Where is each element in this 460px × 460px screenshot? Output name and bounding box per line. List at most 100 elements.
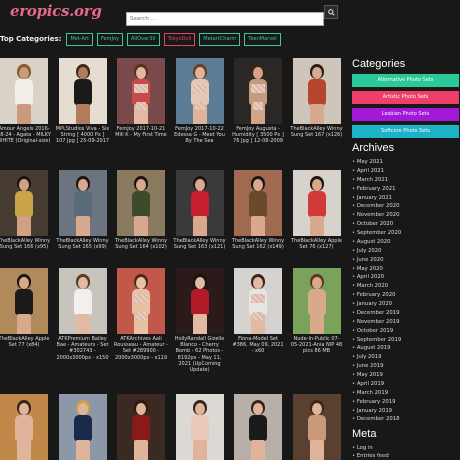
archive-link[interactable]: October 2019 bbox=[352, 327, 460, 336]
archive-link[interactable]: March 2019 bbox=[352, 389, 460, 398]
post-caption[interactable]: TheBlackAlley Apple Set 76 (x127) bbox=[290, 238, 344, 250]
tag-tokyodoll[interactable]: TokyoDoll bbox=[163, 32, 196, 46]
post-caption[interactable]: TheBlackAlley Winny Sung Set 162 (x149) bbox=[231, 238, 285, 250]
tag-allover30[interactable]: AllOver30 bbox=[126, 32, 160, 46]
post-card[interactable]: Nude-In-Public 07-05-2021-Ania NIP 48 pi… bbox=[290, 268, 344, 355]
post-thumbnail[interactable] bbox=[58, 394, 107, 460]
post-thumbnail[interactable] bbox=[58, 268, 107, 334]
archive-link[interactable]: July 2019 bbox=[352, 353, 460, 362]
meta-link[interactable]: Entries feed bbox=[352, 452, 460, 460]
post-thumbnail[interactable] bbox=[234, 394, 282, 460]
post-caption[interactable]: HollyRandall Gizelle Blanco - Cherry Bom… bbox=[173, 336, 227, 373]
meta-link[interactable]: Log in bbox=[352, 444, 460, 452]
post-card[interactable] bbox=[175, 394, 224, 460]
archive-link[interactable]: May 2019 bbox=[352, 371, 460, 380]
post-card[interactable]: FemJoy 2017-10-22 Edessa G - Meet You By… bbox=[173, 58, 227, 145]
archive-link[interactable]: February 2019 bbox=[352, 398, 460, 407]
archive-link[interactable]: January 2020 bbox=[352, 300, 460, 309]
post-thumbnail[interactable] bbox=[117, 394, 165, 460]
category-artistic-button[interactable]: Artistic Photo Sets bbox=[352, 91, 459, 104]
archive-link[interactable]: August 2019 bbox=[352, 344, 460, 353]
search-button[interactable] bbox=[324, 5, 338, 19]
post-card[interactable]: TheBlackAlley Winny Sung Set 165 (x99) bbox=[56, 170, 109, 250]
post-thumbnail[interactable] bbox=[117, 170, 165, 236]
post-card[interactable]: TheBlackAlley Apple Set 76 (x127) bbox=[290, 170, 344, 250]
post-thumbnail[interactable] bbox=[292, 58, 341, 124]
category-alternative-button[interactable]: Alternative Photo Sets bbox=[352, 74, 459, 87]
post-thumbnail[interactable] bbox=[0, 58, 48, 124]
post-caption[interactable]: Nude-In-Public 07-05-2021-Ania NIP 48 pi… bbox=[290, 336, 344, 355]
post-card[interactable]: ATKPremium Bailey Bae - Amateurs - Set #… bbox=[56, 268, 110, 361]
post-card[interactable]: Fiona-Model Set #386, May 09, 2021 - x60 bbox=[231, 268, 285, 355]
post-card[interactable]: TheBlackAlley Winny Sung Set 162 (x149) bbox=[231, 170, 285, 250]
post-thumbnail[interactable] bbox=[117, 268, 165, 334]
post-card[interactable]: ATKArchives Aali Rousseau - Amateur - Se… bbox=[114, 268, 168, 361]
post-caption[interactable]: TheBlackAlley Winny Sung Set 167 (x126) bbox=[290, 126, 344, 138]
archive-link[interactable]: April 2019 bbox=[352, 380, 460, 389]
post-card[interactable]: HollyRandall Gizelle Blanco - Cherry Bom… bbox=[173, 268, 227, 373]
archive-link[interactable]: April 2021 bbox=[352, 167, 460, 176]
post-card[interactable] bbox=[58, 394, 107, 460]
post-card[interactable] bbox=[234, 394, 282, 460]
post-thumbnail[interactable] bbox=[0, 170, 48, 236]
archive-link[interactable]: June 2019 bbox=[352, 362, 460, 371]
post-card[interactable] bbox=[0, 394, 48, 460]
post-thumbnail[interactable] bbox=[234, 268, 282, 334]
tag-met-art[interactable]: Met-Art bbox=[66, 32, 93, 46]
post-thumbnail[interactable] bbox=[117, 58, 165, 124]
archive-link[interactable]: March 2020 bbox=[352, 282, 460, 291]
post-caption[interactable]: FemJoy 2017-10-21 Mili K - My First Time bbox=[114, 126, 168, 138]
post-thumbnail[interactable] bbox=[0, 268, 48, 334]
post-card[interactable] bbox=[292, 394, 341, 460]
archive-link[interactable]: December 2020 bbox=[352, 202, 460, 211]
post-caption[interactable]: TheBlackAlley Winny Sung Set 164 (x102) bbox=[114, 238, 168, 250]
archive-link[interactable]: July 2020 bbox=[352, 247, 460, 256]
archive-link[interactable]: February 2021 bbox=[352, 185, 460, 194]
post-thumbnail[interactable] bbox=[292, 170, 341, 236]
archive-link[interactable]: October 2020 bbox=[352, 220, 460, 229]
archive-link[interactable]: April 2020 bbox=[352, 273, 460, 282]
category-softcore-button[interactable]: Softcore Photo Sets bbox=[352, 125, 459, 138]
archive-link[interactable]: May 2020 bbox=[352, 265, 460, 274]
post-thumbnail[interactable] bbox=[175, 58, 224, 124]
post-card[interactable] bbox=[117, 394, 165, 460]
post-caption[interactable]: Fiona-Model Set #386, May 09, 2021 - x60 bbox=[231, 336, 285, 355]
post-caption[interactable]: TheBlackAlley Apple Set 77 (x84) bbox=[0, 336, 51, 348]
post-thumbnail[interactable] bbox=[175, 394, 224, 460]
post-card[interactable]: FemJoy 2017-10-21 Mili K - My First Time bbox=[114, 58, 168, 138]
post-card[interactable]: MPLStudios Viva - Six String [ 4000 Px ]… bbox=[56, 58, 110, 145]
post-card[interactable]: TheBlackAlley Apple Set 77 (x84) bbox=[0, 268, 51, 348]
post-thumbnail[interactable] bbox=[175, 170, 224, 236]
post-thumbnail[interactable] bbox=[292, 268, 341, 334]
archive-link[interactable]: June 2020 bbox=[352, 256, 460, 265]
post-thumbnail[interactable] bbox=[0, 394, 48, 460]
tag-femjoy[interactable]: FemJoy bbox=[96, 32, 123, 46]
post-card[interactable]: Amour Angels 2016-08-24 - Agata - MILKY … bbox=[0, 58, 51, 145]
archive-link[interactable]: September 2020 bbox=[352, 229, 460, 238]
archive-link[interactable]: November 2020 bbox=[352, 211, 460, 220]
post-card[interactable]: TheBlackAlley Winny Sung Set 163 (x121) bbox=[173, 170, 226, 250]
post-thumbnail[interactable] bbox=[58, 170, 107, 236]
post-caption[interactable]: MPLStudios Viva - Six String [ 4000 Px ]… bbox=[56, 126, 110, 145]
archive-link[interactable]: August 2020 bbox=[352, 238, 460, 247]
archive-link[interactable]: December 2019 bbox=[352, 309, 460, 318]
archive-link[interactable]: January 2021 bbox=[352, 194, 460, 203]
tag-teenmarvel[interactable]: TeenMarvel bbox=[244, 32, 281, 46]
post-caption[interactable]: ATKPremium Bailey Bae - Amateurs - Set #… bbox=[56, 336, 110, 361]
post-caption[interactable]: Amour Angels 2016-08-24 - Agata - MILKY … bbox=[0, 126, 51, 145]
category-lesbian-button[interactable]: Lesbian Photo Sets bbox=[352, 108, 459, 121]
site-logo[interactable]: eropics.org bbox=[10, 2, 102, 20]
post-card[interactable]: FemJoy Augusta - Humidity [ 3500 Px ] 76… bbox=[231, 58, 285, 145]
post-thumbnail[interactable] bbox=[292, 394, 341, 460]
post-thumbnail[interactable] bbox=[234, 170, 282, 236]
post-card[interactable]: TheBlackAlley Winny Sung Set 166 (x95) bbox=[0, 170, 51, 250]
post-thumbnail[interactable] bbox=[234, 58, 282, 124]
tag-metartcharm[interactable]: MetartCharm bbox=[199, 32, 241, 46]
post-caption[interactable]: TheBlackAlley Winny Sung Set 166 (x95) bbox=[0, 238, 51, 250]
post-caption[interactable]: FemJoy 2017-10-22 Edessa G - Meet You By… bbox=[173, 126, 227, 145]
archive-link[interactable]: November 2019 bbox=[352, 318, 460, 327]
post-caption[interactable]: FemJoy Augusta - Humidity [ 3500 Px ] 76… bbox=[231, 126, 285, 145]
search-input[interactable] bbox=[126, 12, 324, 26]
post-card[interactable]: TheBlackAlley Winny Sung Set 167 (x126) bbox=[290, 58, 344, 138]
archive-link[interactable]: December 2018 bbox=[352, 415, 460, 424]
